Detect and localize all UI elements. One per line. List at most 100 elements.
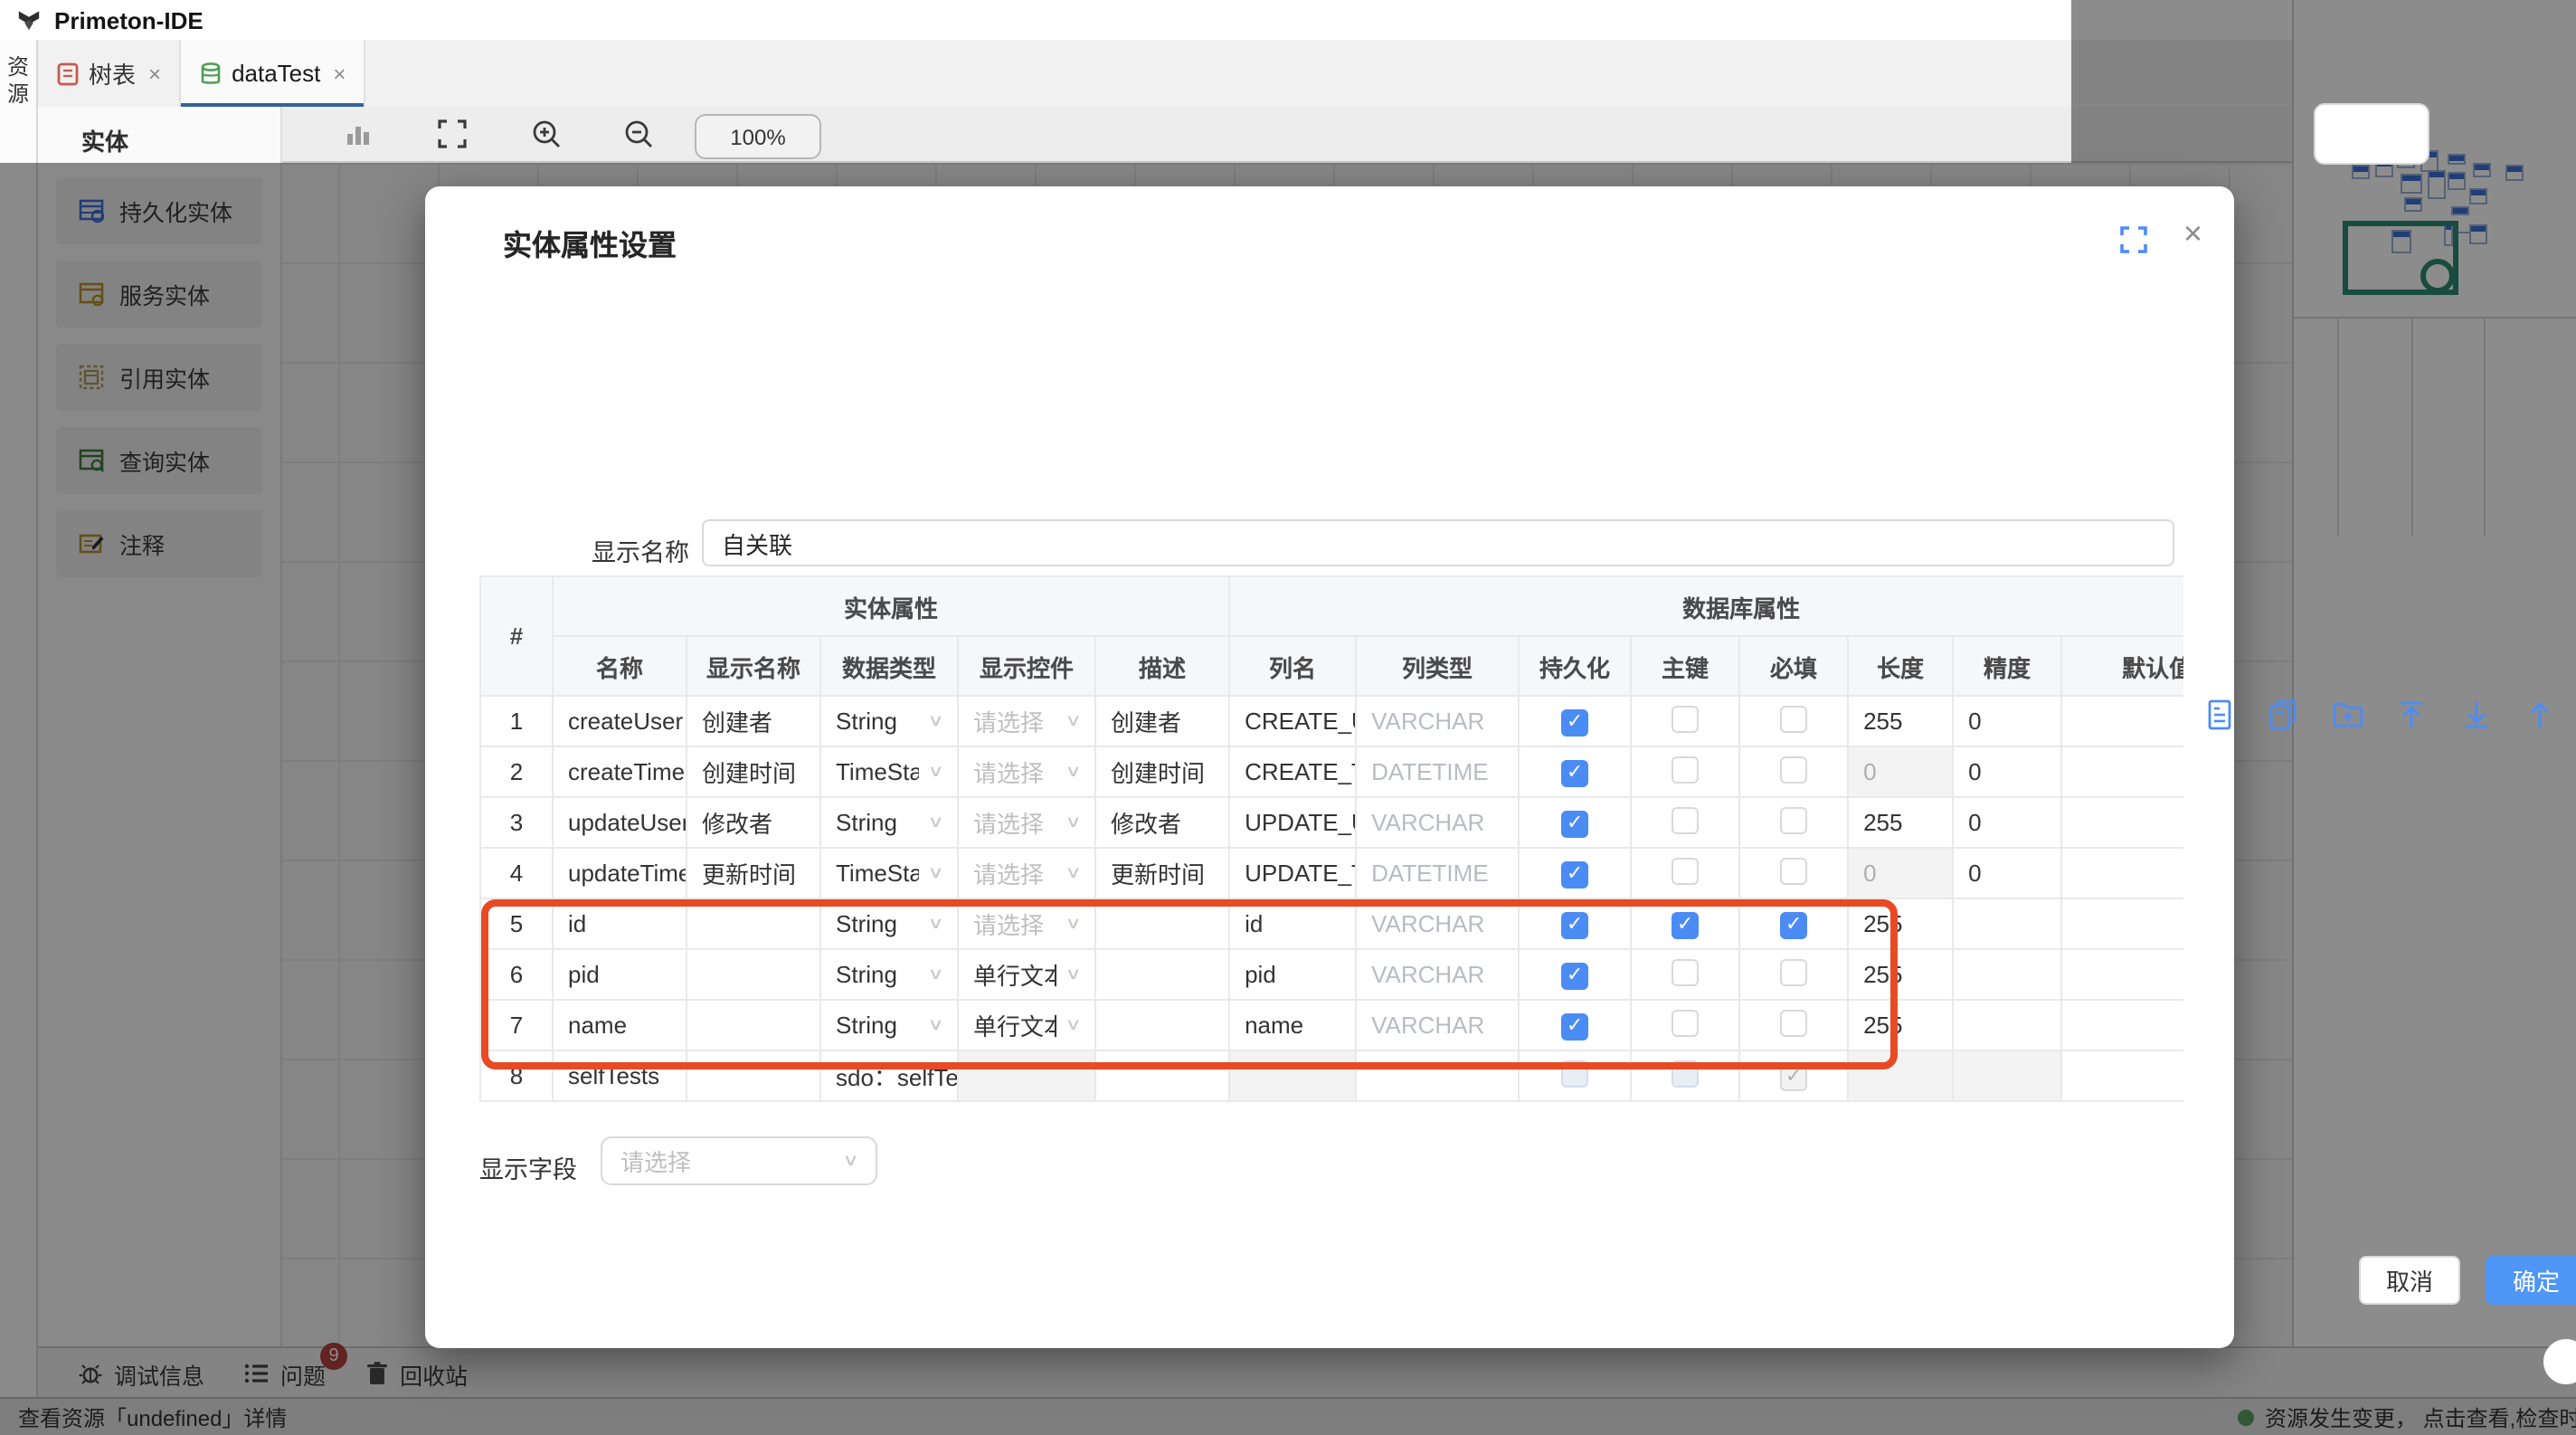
- precision-cell[interactable]: [1953, 1050, 2061, 1101]
- precision-cell[interactable]: 0: [1953, 746, 2061, 797]
- close-icon[interactable]: ×: [333, 61, 346, 86]
- primary-key-checkbox[interactable]: [1672, 1060, 1699, 1087]
- name-cell[interactable]: updateTime: [553, 848, 687, 898]
- zoom-in-icon[interactable]: [530, 118, 563, 150]
- primary-key-checkbox[interactable]: [1672, 705, 1699, 732]
- precision-cell[interactable]: 0: [1953, 696, 2061, 746]
- fullscreen-icon[interactable]: [436, 118, 469, 150]
- display-field-select[interactable]: 请选择 ∨: [601, 1136, 877, 1185]
- required-checkbox[interactable]: [1780, 857, 1807, 884]
- tab-datatest[interactable]: dataTest ×: [181, 40, 365, 107]
- data-type-select[interactable]: String∨: [820, 696, 958, 746]
- default-cell[interactable]: [2061, 797, 2183, 848]
- control-select[interactable]: 请选择∨: [958, 797, 1095, 848]
- desc-cell[interactable]: 创建时间: [1095, 746, 1229, 797]
- display-name-cell[interactable]: [687, 1000, 820, 1050]
- data-type-select[interactable]: String∨: [820, 898, 958, 949]
- add-folder-icon[interactable]: [2331, 698, 2363, 731]
- col-name-cell[interactable]: id: [1229, 898, 1356, 949]
- persist-checkbox[interactable]: ✓: [1561, 861, 1588, 889]
- persist-checkbox[interactable]: ✓: [1561, 811, 1588, 838]
- required-checkbox[interactable]: ✓: [1780, 1064, 1807, 1091]
- close-icon[interactable]: ×: [148, 61, 161, 86]
- ok-button[interactable]: 确定: [2486, 1256, 2576, 1305]
- persist-checkbox[interactable]: [1561, 1060, 1588, 1087]
- display-name-cell[interactable]: 创建时间: [687, 746, 820, 797]
- persist-checkbox[interactable]: ✓: [1561, 760, 1588, 787]
- display-name-cell[interactable]: [687, 949, 820, 1000]
- default-cell[interactable]: [2061, 898, 2183, 949]
- name-cell[interactable]: name: [553, 1000, 687, 1050]
- control-select[interactable]: 请选择∨: [958, 696, 1095, 746]
- precision-cell[interactable]: [1953, 898, 2061, 949]
- name-cell[interactable]: updateUser: [553, 797, 687, 848]
- control-select[interactable]: 单行文本∨: [958, 1000, 1095, 1050]
- default-cell[interactable]: [2061, 1050, 2183, 1101]
- col-name-cell[interactable]: UPDATE_USER: [1229, 797, 1356, 848]
- copy-icon[interactable]: [2267, 698, 2299, 731]
- persist-checkbox[interactable]: ✓: [1561, 963, 1588, 990]
- data-type-select[interactable]: String∨: [820, 797, 958, 848]
- tab-tree-table[interactable]: 树表 ×: [38, 40, 181, 107]
- control-select[interactable]: 请选择∨: [958, 746, 1095, 797]
- length-cell[interactable]: 255: [1848, 1000, 1953, 1050]
- close-icon[interactable]: ×: [2183, 215, 2202, 253]
- required-checkbox[interactable]: [1780, 1009, 1807, 1036]
- desc-cell[interactable]: 创建者: [1095, 696, 1229, 746]
- default-cell[interactable]: [2061, 746, 2183, 797]
- data-type-select[interactable]: String∨: [820, 949, 958, 1000]
- required-checkbox[interactable]: ✓: [1780, 912, 1807, 939]
- display-name-cell[interactable]: 修改者: [687, 797, 820, 848]
- length-cell[interactable]: 255: [1848, 898, 1953, 949]
- required-checkbox[interactable]: [1780, 958, 1807, 985]
- primary-key-checkbox[interactable]: [1672, 756, 1699, 783]
- desc-cell[interactable]: [1095, 1050, 1229, 1101]
- persist-checkbox[interactable]: ✓: [1561, 709, 1588, 737]
- primary-key-checkbox[interactable]: ✓: [1672, 912, 1699, 939]
- col-name-cell[interactable]: UPDATE_TIME: [1229, 848, 1356, 898]
- maximize-icon[interactable]: [2120, 226, 2147, 253]
- control-select[interactable]: 请选择∨: [958, 898, 1095, 949]
- move-up-icon[interactable]: [2524, 698, 2556, 731]
- display-name-cell[interactable]: 更新时间: [687, 848, 820, 898]
- data-type-select[interactable]: TimeStamp∨: [820, 746, 958, 797]
- persist-checkbox[interactable]: ✓: [1561, 1013, 1588, 1041]
- desc-cell[interactable]: [1095, 898, 1229, 949]
- length-cell[interactable]: 255: [1848, 949, 1953, 1000]
- desc-cell[interactable]: 更新时间: [1095, 848, 1229, 898]
- precision-cell[interactable]: 0: [1953, 848, 2061, 898]
- persist-checkbox[interactable]: ✓: [1561, 912, 1588, 939]
- required-checkbox[interactable]: [1780, 756, 1807, 783]
- zoom-level[interactable]: 100%: [695, 114, 821, 159]
- primary-key-checkbox[interactable]: [1672, 806, 1699, 833]
- col-name-cell[interactable]: CREATE_USER: [1229, 696, 1356, 746]
- cancel-button[interactable]: 取消: [2359, 1256, 2460, 1305]
- primary-key-checkbox[interactable]: [1672, 1009, 1699, 1036]
- display-name-input[interactable]: 自关联: [702, 519, 2174, 566]
- col-name-cell[interactable]: name: [1229, 1000, 1356, 1050]
- col-name-cell[interactable]: [1229, 1050, 1356, 1101]
- col-name-cell[interactable]: pid: [1229, 949, 1356, 1000]
- name-cell[interactable]: selfTests: [553, 1050, 687, 1101]
- move-bottom-icon[interactable]: [2459, 698, 2492, 731]
- control-select[interactable]: 请选择∨: [958, 848, 1095, 898]
- required-checkbox[interactable]: [1780, 705, 1807, 732]
- length-cell[interactable]: 0: [1848, 848, 1953, 898]
- document-icon[interactable]: [2202, 698, 2235, 731]
- default-cell[interactable]: [2061, 949, 2183, 1000]
- zoom-out-icon[interactable]: [622, 118, 655, 150]
- chart-icon[interactable]: [342, 118, 374, 150]
- desc-cell[interactable]: 修改者: [1095, 797, 1229, 848]
- name-cell[interactable]: createTime: [553, 746, 687, 797]
- primary-key-checkbox[interactable]: [1672, 958, 1699, 985]
- display-name-cell[interactable]: [687, 1050, 820, 1101]
- desc-cell[interactable]: [1095, 949, 1229, 1000]
- name-cell[interactable]: pid: [553, 949, 687, 1000]
- name-cell[interactable]: id: [553, 898, 687, 949]
- desc-cell[interactable]: [1095, 1000, 1229, 1050]
- length-cell[interactable]: 0: [1848, 746, 1953, 797]
- display-name-cell[interactable]: [687, 898, 820, 949]
- precision-cell[interactable]: 0: [1953, 797, 2061, 848]
- move-top-icon[interactable]: [2395, 698, 2428, 731]
- display-name-cell[interactable]: 创建者: [687, 696, 820, 746]
